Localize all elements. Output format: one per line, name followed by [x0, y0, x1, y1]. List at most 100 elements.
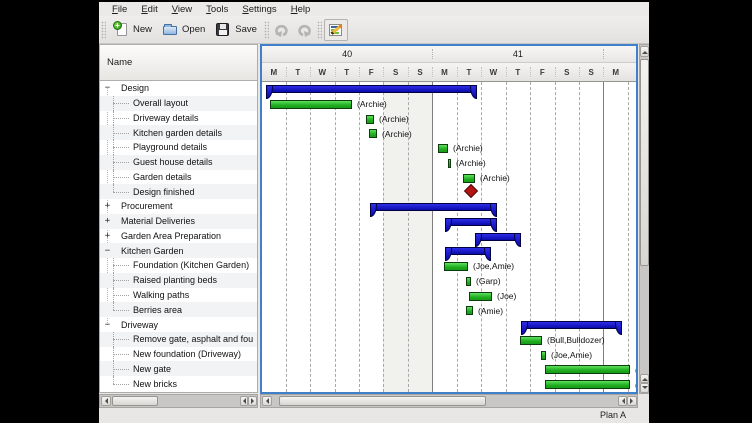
tree-row-walking-paths[interactable]: Walking paths [100, 288, 257, 303]
toolbar-handle[interactable] [101, 21, 106, 39]
scroll-up-button-2[interactable] [640, 374, 649, 383]
summary-bar[interactable] [445, 247, 491, 255]
tree-row-raised-planting-beds[interactable]: Raised planting beds [100, 273, 257, 288]
task-bar[interactable] [466, 277, 471, 286]
collapse-expander-icon[interactable]: − [103, 320, 112, 330]
left-arrow-icon [263, 398, 269, 404]
summary-bar[interactable] [370, 203, 497, 211]
save-button[interactable]: Save [210, 20, 262, 40]
expand-expander-icon[interactable]: + [103, 216, 112, 226]
gantt-chart-body[interactable]: (Archie)(Archie)(Archie)(Archie)(Archie)… [262, 82, 636, 392]
gantt-week-row: 4041 [262, 46, 636, 63]
task-bar[interactable] [444, 262, 468, 271]
day-label: F [359, 63, 383, 81]
tree-scroll-thumb[interactable] [112, 396, 158, 406]
milestone-diamond[interactable] [464, 184, 478, 198]
tree-row-new-foundation-driveway-[interactable]: New foundation (Driveway) [100, 347, 257, 362]
day-label: T [335, 63, 359, 81]
day-label: M [432, 63, 456, 81]
gantt-horizontal-scrollbar[interactable] [260, 394, 638, 408]
tree-row-remove-gate-asphalt-and-fou[interactable]: Remove gate, asphalt and fou [100, 332, 257, 347]
task-bar[interactable] [448, 159, 451, 168]
gantt-row: (Archie) [262, 97, 636, 112]
task-bar[interactable] [520, 336, 542, 345]
tree-row-design-finished[interactable]: Design finished [100, 184, 257, 199]
open-folder-icon [162, 22, 178, 38]
tree-row-material-deliveries[interactable]: +Material Deliveries [100, 214, 257, 229]
task-bar[interactable] [438, 144, 448, 153]
menu-item-file[interactable]: File [105, 4, 134, 15]
tree-row-garden-area-preparation[interactable]: +Garden Area Preparation [100, 229, 257, 244]
tree-row-driveway-details[interactable]: Driveway details [100, 111, 257, 126]
task-bar[interactable] [545, 365, 630, 374]
task-bar[interactable] [466, 306, 473, 315]
day-label: T [457, 63, 481, 81]
task-bar[interactable] [469, 292, 492, 301]
scroll-down-button[interactable] [640, 383, 649, 393]
scroll-right-button[interactable] [248, 396, 257, 406]
gantt-row [262, 318, 636, 333]
tree-row-kitchen-garden-details[interactable]: Kitchen garden details [100, 125, 257, 140]
task-bar[interactable] [369, 129, 377, 138]
task-name-label: Playground details [133, 142, 207, 152]
summary-bar[interactable] [445, 218, 497, 226]
day-boundary-tick [481, 67, 482, 77]
menu-item-tools[interactable]: Tools [199, 4, 235, 15]
week-label-41: 41 [432, 46, 603, 62]
scroll-left-button-2[interactable] [618, 396, 627, 406]
scroll-left-button[interactable] [262, 396, 272, 406]
scroll-left-button-2[interactable] [240, 396, 248, 406]
scroll-right-button[interactable] [627, 396, 637, 406]
gantt-row: (Archie) [262, 171, 636, 186]
tree-horizontal-scrollbar[interactable] [99, 394, 258, 408]
expand-expander-icon[interactable]: + [103, 201, 112, 211]
collapse-expander-icon[interactable]: − [103, 246, 112, 256]
menu-item-help[interactable]: Help [284, 4, 318, 15]
task-bar[interactable] [270, 100, 352, 109]
tree-row-kitchen-garden[interactable]: −Kitchen Garden [100, 243, 257, 258]
menu-item-edit[interactable]: Edit [134, 4, 164, 15]
tree-row-overall-layout[interactable]: Overall layout [100, 96, 257, 111]
scroll-up-button[interactable] [640, 46, 649, 57]
gantt-scroll-thumb[interactable] [279, 396, 486, 406]
tree-row-design[interactable]: −Design [100, 81, 257, 96]
tree-header-name[interactable]: Name [100, 45, 257, 81]
tree-row-new-gate[interactable]: New gate [100, 361, 257, 376]
tree-row-procurement[interactable]: +Procurement [100, 199, 257, 214]
task-bar[interactable] [463, 174, 475, 183]
collapse-expander-icon[interactable]: − [103, 83, 112, 93]
summary-bar[interactable] [475, 233, 521, 241]
tree-row-garden-details[interactable]: Garden details [100, 170, 257, 185]
summary-bar[interactable] [521, 321, 622, 329]
tree-row-guest-house-details[interactable]: Guest house details [100, 155, 257, 170]
gantt-row [262, 200, 636, 215]
day-boundary-tick [555, 67, 556, 77]
new-button[interactable]: + New [108, 20, 157, 40]
expand-expander-icon[interactable]: + [103, 231, 112, 241]
tree-row-playground-details[interactable]: Playground details [100, 140, 257, 155]
undo-arrow-icon [274, 22, 290, 38]
menu-item-view[interactable]: View [165, 4, 199, 15]
task-bar[interactable] [366, 115, 374, 124]
summary-bar[interactable] [266, 85, 477, 93]
undo-button[interactable] [271, 20, 293, 40]
scroll-left-button[interactable] [101, 396, 111, 406]
resource-assignment-label: (Joe,Amie) [551, 350, 592, 360]
resource-assignment-label: (Garp) [476, 276, 501, 286]
tree-row-berries-area[interactable]: Berries area [100, 302, 257, 317]
gantt-vertical-scrollbar[interactable] [639, 44, 649, 394]
day-label: W [481, 63, 505, 81]
tree-row-driveway[interactable]: −Driveway [100, 317, 257, 332]
menu-item-settings[interactable]: Settings [235, 4, 283, 15]
tree-row-new-bricks[interactable]: New bricks [100, 376, 257, 391]
tree-row-foundation-kitchen-garden-[interactable]: Foundation (Kitchen Garden) [100, 258, 257, 273]
task-bar[interactable] [541, 351, 546, 360]
task-name-label: Berries area [133, 305, 182, 315]
tree-branch-line [113, 302, 114, 309]
task-bar[interactable] [545, 380, 630, 389]
open-button[interactable]: Open [157, 20, 210, 40]
redo-button[interactable] [293, 20, 315, 40]
week-label-40: 40 [262, 46, 432, 62]
edit-button[interactable] [324, 19, 348, 41]
vertical-scroll-thumb[interactable] [640, 59, 649, 266]
